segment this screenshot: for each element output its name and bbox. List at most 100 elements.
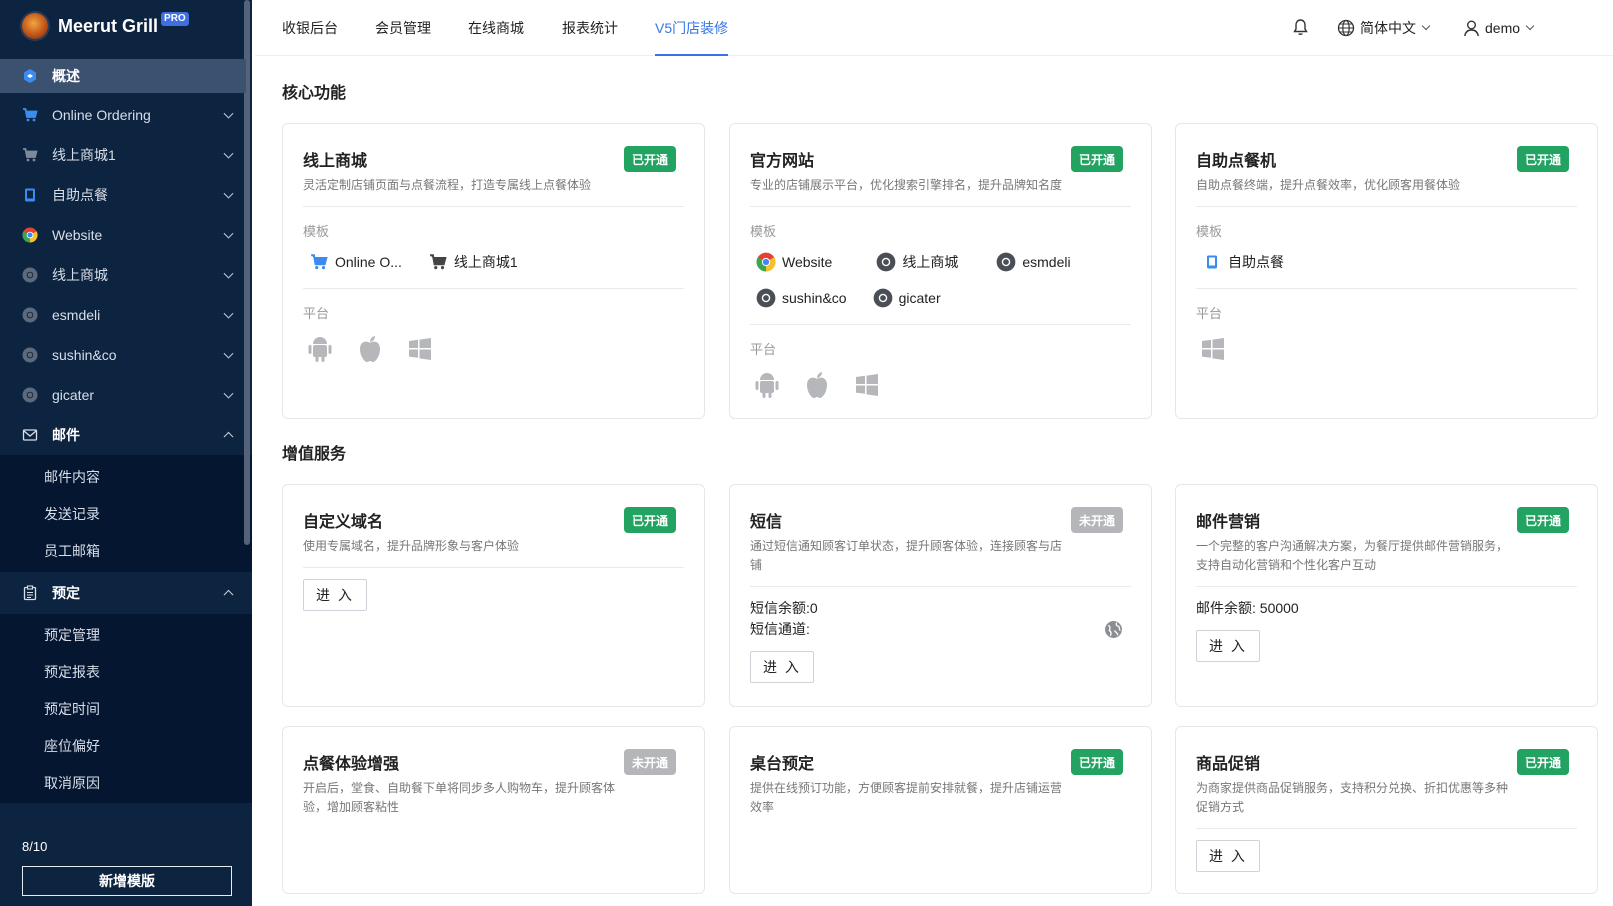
enter-button[interactable]: 进 入 (1196, 630, 1260, 662)
template-list: Website 线上商城 esmdeli sushin&co gicater (750, 252, 1130, 324)
add-template-button[interactable]: 新增模版 (22, 866, 232, 896)
template-item[interactable]: esmdeli (996, 252, 1071, 272)
tab-members[interactable]: 会员管理 (375, 0, 431, 56)
submenu-item-reservation-report[interactable]: 预定报表 (0, 653, 252, 690)
tab-reports[interactable]: 报表统计 (562, 0, 618, 56)
card-desc: 使用专属域名，提升品牌形象与客户体验 (303, 539, 520, 553)
sidebar-item-online-ordering[interactable]: Online Ordering (0, 95, 252, 135)
sidebar-item-mall[interactable]: 线上商城 (0, 255, 252, 295)
chevron-down-icon (223, 388, 234, 399)
sms-balance: 短信余额:0 (750, 600, 818, 616)
sidebar-item-esmdeli[interactable]: esmdeli (0, 295, 252, 335)
chrome-icon (22, 227, 38, 243)
section-title-value-added: 增值服务 (282, 446, 347, 463)
card-official-website: 官方网站 专业的店铺展示平台，优化搜索引擎排名，提升品牌知名度 已开通 模板 W… (729, 123, 1152, 419)
template-item[interactable]: Online O... (309, 252, 402, 272)
chrome-icon (756, 252, 776, 272)
bell-icon (1292, 18, 1309, 39)
status-badge: 未开通 (1070, 507, 1123, 533)
cart-icon (22, 107, 38, 123)
template-item[interactable]: 自助点餐 (1202, 252, 1284, 272)
tab-cashier[interactable]: 收银后台 (282, 0, 338, 56)
android-icon (752, 370, 782, 400)
tab-store-decoration[interactable]: V5门店装修 (655, 0, 729, 56)
language-select[interactable]: 简体中文 (1337, 0, 1431, 56)
enter-button[interactable]: 进 入 (1196, 840, 1260, 872)
sidebar-item-kiosk[interactable]: 自助点餐 (0, 175, 252, 215)
template-item[interactable]: 线上商城1 (428, 252, 518, 272)
status-badge: 已开通 (1516, 507, 1569, 533)
chevron-up-icon (223, 431, 234, 442)
card-kiosk: 自助点餐机 自助点餐终端，提升点餐效率，优化顾客用餐体验 已开通 模板 自助点餐… (1175, 123, 1598, 419)
sidebar-item-label: 自助点餐 (52, 187, 108, 203)
divider (303, 288, 684, 289)
status-badge: 已开通 (1070, 146, 1123, 172)
windows-icon (852, 370, 882, 400)
template-label: 模板 (1196, 224, 1223, 239)
template-name: 线上商城1 (453, 254, 518, 270)
notification-button[interactable] (1292, 0, 1309, 56)
submenu-item-reservation-time[interactable]: 预定时间 (0, 690, 252, 727)
card-sms: 短信 通过短信通知顾客订单状态，提升顾客体验，连接顾客与店铺 未开通 短信余额:… (729, 484, 1152, 707)
submenu-item-mail-content[interactable]: 邮件内容 (0, 458, 252, 495)
user-icon (1463, 19, 1480, 37)
template-item[interactable]: 线上商城 (876, 252, 958, 272)
card-desc: 专业的店铺展示平台，优化搜索引擎排名，提升品牌知名度 (750, 178, 1063, 192)
cart-icon (428, 252, 448, 272)
template-list: 自助点餐 (1196, 252, 1577, 288)
chrome-icon (873, 288, 893, 308)
template-name: 自助点餐 (1228, 254, 1284, 270)
card-product-promotion: 商品促销 为商家提供商品促销服务，支持积分兑换、折扣优惠等多种促销方式 已开通 … (1175, 726, 1598, 894)
user-menu[interactable]: demo (1463, 0, 1535, 56)
sidebar-item-gicater[interactable]: gicater (0, 375, 252, 415)
template-name: 线上商城 (902, 254, 959, 270)
cart-icon (22, 147, 38, 163)
sidebar-item-sushinco[interactable]: sushin&co (0, 335, 252, 375)
sidebar-item-reservation[interactable]: 预定 (0, 572, 252, 614)
sidebar-item-label: esmdeli (52, 307, 101, 323)
divider (750, 206, 1131, 207)
submenu-item-seat-preference[interactable]: 座位偏好 (0, 727, 252, 764)
sidebar-item-overview[interactable]: 概述 (0, 59, 246, 93)
brand-logo-icon (22, 13, 48, 39)
reservation-submenu: 预定管理 预定报表 预定时间 座位偏好 取消原因 (0, 614, 252, 803)
top-nav: 收银后台 会员管理 在线商城 报表统计 V5门店装修 简体中文 demo (255, 0, 1613, 56)
platform-label: 平台 (1196, 306, 1223, 321)
sidebar-item-website[interactable]: Website (0, 215, 252, 255)
chrome-icon (876, 252, 896, 272)
template-count: 8/10 (22, 839, 48, 854)
card-email-marketing: 邮件营销 一个完整的客户沟通解决方案，为餐厅提供邮件营销服务，支持自动化营销和个… (1175, 484, 1598, 707)
submenu-item-send-records[interactable]: 发送记录 (0, 495, 252, 532)
sidebar-item-mail[interactable]: 邮件 (0, 415, 252, 455)
submenu-item-cancel-reason[interactable]: 取消原因 (0, 764, 252, 801)
brand[interactable]: Meerut Grill PRO (0, 0, 252, 52)
globe-icon[interactable] (1104, 620, 1123, 645)
card-desc: 开启后，堂食、自助餐下单将同步多人购物车，提升顾客体验，增加顾客粘性 (303, 781, 616, 814)
chrome-icon (22, 307, 38, 323)
tab-online-mall[interactable]: 在线商城 (468, 0, 524, 56)
sidebar-item-mall1[interactable]: 线上商城1 (0, 135, 252, 175)
template-item[interactable]: Website (756, 252, 832, 272)
platform-label: 平台 (303, 306, 330, 321)
template-name: esmdeli (1022, 254, 1071, 270)
chevron-up-icon (223, 589, 234, 600)
divider (750, 324, 1131, 325)
chrome-icon (22, 267, 38, 283)
divider (303, 206, 684, 207)
divider (750, 586, 1131, 587)
template-name: sushin&co (782, 290, 847, 306)
enter-button[interactable]: 进 入 (750, 651, 814, 683)
mail-submenu: 邮件内容 发送记录 员工邮箱 (0, 455, 252, 572)
template-item[interactable]: sushin&co (756, 288, 847, 308)
sidebar-item-label: 预定 (52, 585, 80, 601)
status-badge: 已开通 (623, 146, 676, 172)
template-item[interactable]: gicater (873, 288, 941, 308)
platform-list (1196, 334, 1577, 364)
template-list: Online O... 线上商城1 (303, 252, 684, 288)
status-badge: 已开通 (1070, 749, 1123, 775)
enter-button[interactable]: 进 入 (303, 579, 367, 611)
platform-list (750, 370, 1131, 400)
submenu-item-reservation-management[interactable]: 预定管理 (0, 616, 252, 653)
windows-icon (405, 334, 435, 364)
submenu-item-staff-mailbox[interactable]: 员工邮箱 (0, 532, 252, 569)
